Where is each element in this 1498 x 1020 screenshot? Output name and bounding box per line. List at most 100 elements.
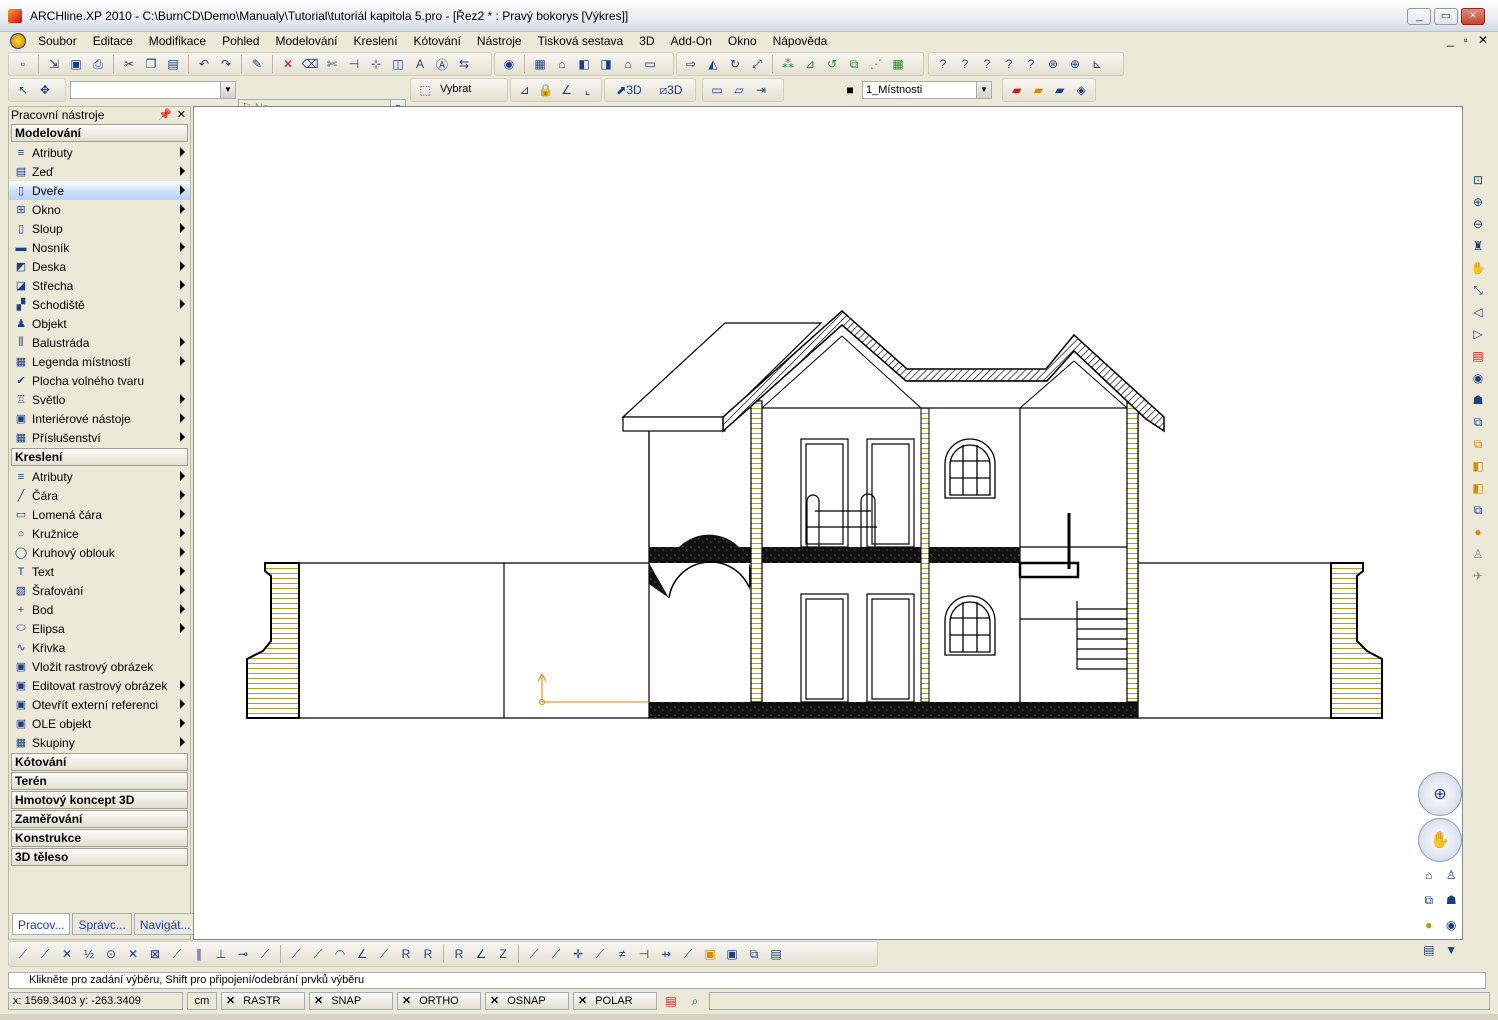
zoom-extents-icon[interactable]: ⤡: [1468, 280, 1488, 300]
pick-icon[interactable]: ✥: [35, 80, 55, 100]
walk-view-icon[interactable]: ☗: [1468, 390, 1488, 410]
snap-cross-icon[interactable]: ✕: [123, 944, 143, 964]
snap-tangent-icon[interactable]: ⟋: [167, 944, 187, 964]
toggle-osnap[interactable]: ✕ OSNAP: [485, 992, 569, 1010]
tool-item[interactable]: ▭ Lomená čára: [9, 505, 190, 524]
panel-tab-0[interactable]: Pracov...: [12, 913, 71, 935]
transform-icon[interactable]: ⇆: [454, 54, 474, 74]
chevron-down-icon[interactable]: ▼: [1441, 940, 1461, 960]
tool-item[interactable]: ⬭ Elipsa: [9, 619, 190, 638]
delete-icon[interactable]: ✕: [278, 54, 298, 74]
tool-item[interactable]: ◪ Střecha: [9, 276, 190, 295]
textured-icon[interactable]: ◧: [1468, 478, 1488, 498]
menu-item-5[interactable]: Kreslení: [346, 32, 406, 50]
array-icon[interactable]: ⁂: [778, 54, 798, 74]
trim-icon[interactable]: ✄: [322, 54, 342, 74]
pan-wheel-icon[interactable]: ✋: [1418, 818, 1462, 862]
drawing-canvas[interactable]: [193, 106, 1463, 940]
menu-item-2[interactable]: Modifikace: [141, 32, 214, 50]
settings-view-icon[interactable]: ▤: [1419, 940, 1439, 960]
tool-item[interactable]: T Text: [9, 562, 190, 581]
collapsed-section[interactable]: 3D těleso: [11, 848, 188, 866]
pan-hand-icon[interactable]: ✋: [1468, 258, 1488, 278]
cube-library-icon[interactable]: ◈: [1072, 80, 1092, 100]
snap-arc-icon[interactable]: ◠: [330, 944, 350, 964]
new-file-icon[interactable]: ▫: [13, 54, 33, 74]
tool-item[interactable]: ▣ Otevřít externí referenci: [9, 695, 190, 714]
tool-item[interactable]: ○ Kružnice: [9, 524, 190, 543]
grid-array-icon[interactable]: ▦: [888, 54, 908, 74]
render-3d-button[interactable]: ⬈ 3D: [609, 80, 649, 100]
walker-icon[interactable]: ♙: [1468, 544, 1488, 564]
tool-item[interactable]: ▨ Šrafování: [9, 581, 190, 600]
next-view-icon[interactable]: ▷: [1468, 324, 1488, 344]
tool-item[interactable]: ⫼ Balustráda: [9, 333, 190, 352]
sun-icon[interactable]: ●: [1468, 522, 1488, 542]
lock-icon[interactable]: 🔒: [536, 80, 555, 100]
constraint-9-icon[interactable]: ▣: [700, 944, 720, 964]
materials-icon[interactable]: ▰: [1029, 80, 1049, 100]
section-0[interactable]: Modelování: [11, 124, 188, 142]
panel-close-icon[interactable]: ✕: [177, 107, 186, 123]
tool-item[interactable]: ∿ Křivka: [9, 638, 190, 657]
tool-item[interactable]: ≡ Atributy: [9, 143, 190, 162]
prev-view-icon[interactable]: ◁: [1468, 302, 1488, 322]
view-3d-button[interactable]: ⧄ 3D: [651, 80, 691, 100]
snap-ref2-icon[interactable]: R: [418, 944, 438, 964]
menu-item-1[interactable]: Editace: [85, 32, 141, 50]
constraint-1-icon[interactable]: ⟋: [524, 944, 544, 964]
section-icon[interactable]: ◧: [574, 54, 594, 74]
tool-item[interactable]: ▯ Dveře: [9, 181, 190, 200]
tool-item[interactable]: ▣ Interiérové nástoje: [9, 409, 190, 428]
tool-item[interactable]: ▦ Skupiny: [9, 733, 190, 752]
toggle-snap[interactable]: ✕ SNAP: [309, 992, 393, 1010]
snap-endpoint-icon[interactable]: ⟋: [13, 944, 33, 964]
orbit-icon[interactable]: ☗: [1441, 890, 1461, 910]
tool-item[interactable]: ◩ Deska: [9, 257, 190, 276]
toggle-ortho[interactable]: ✕ ORTHO: [397, 992, 481, 1010]
query-coord-icon[interactable]: ⊾: [1087, 54, 1107, 74]
extend-icon[interactable]: ⊣: [344, 54, 364, 74]
layout-export-icon[interactable]: ⇥: [751, 80, 771, 100]
tool-item[interactable]: ▦ Příslušenství: [9, 428, 190, 447]
tool-item[interactable]: ▞ Schodiště: [9, 295, 190, 314]
collapsed-section[interactable]: Terén: [11, 772, 188, 790]
constraint-12-icon[interactable]: ▤: [766, 944, 786, 964]
panel-tab-2[interactable]: Navigát...: [133, 913, 197, 935]
snap-z-icon[interactable]: Z: [493, 944, 513, 964]
constraint-6-icon[interactable]: ⊣: [634, 944, 654, 964]
eye-view-icon[interactable]: ◉: [1468, 368, 1488, 388]
unit-indicator[interactable]: cm: [187, 992, 217, 1010]
tool-item[interactable]: ♖ Světlo: [9, 390, 190, 409]
cube-view-icon[interactable]: ⧉: [1419, 890, 1439, 910]
library-book-icon[interactable]: ▰: [1007, 80, 1027, 100]
replace-text-icon[interactable]: Ⓐ: [432, 54, 452, 74]
shaded-icon[interactable]: ◧: [1468, 456, 1488, 476]
query-angle-icon[interactable]: ?: [1021, 54, 1041, 74]
fly-icon[interactable]: ✈: [1468, 566, 1488, 586]
light-view-icon[interactable]: ●: [1419, 915, 1439, 935]
xray-icon[interactable]: ⧉: [1468, 500, 1488, 520]
text-edit-icon[interactable]: A: [410, 54, 430, 74]
snap-quad-icon[interactable]: ⟋: [308, 944, 328, 964]
menu-item-11[interactable]: Okno: [720, 32, 765, 50]
calculator-icon[interactable]: ▤: [661, 991, 681, 1011]
menu-item-3[interactable]: Pohled: [214, 32, 267, 50]
magnifier-icon[interactable]: ⌕: [685, 991, 705, 1011]
query-area-icon[interactable]: ⊛: [1043, 54, 1063, 74]
angle-cursor-icon[interactable]: ∠: [557, 80, 576, 100]
snap-polar-icon[interactable]: ∠: [471, 944, 491, 964]
tool-item[interactable]: ▤ Zeď: [9, 162, 190, 181]
tool-item[interactable]: ♟ Objekt: [9, 314, 190, 333]
menu-item-9[interactable]: 3D: [631, 32, 662, 50]
tool-item[interactable]: ▣ OLE objekt: [9, 714, 190, 733]
tool-item[interactable]: ▣ Vložit rastrový obrázek: [9, 657, 190, 676]
roof-view-icon[interactable]: ⌂: [618, 54, 638, 74]
menu-item-0[interactable]: Soubor: [30, 32, 85, 50]
menu-item-10[interactable]: Add-On: [663, 32, 720, 50]
layout-rect-icon[interactable]: ▭: [707, 80, 727, 100]
house-icon[interactable]: ⌂: [552, 54, 572, 74]
command-line[interactable]: Klikněte pro zadání výběru, Shift pro př…: [8, 972, 1486, 989]
menu-item-4[interactable]: Modelování: [267, 32, 345, 50]
toggle-polar[interactable]: ✕ POLAR: [573, 992, 657, 1010]
